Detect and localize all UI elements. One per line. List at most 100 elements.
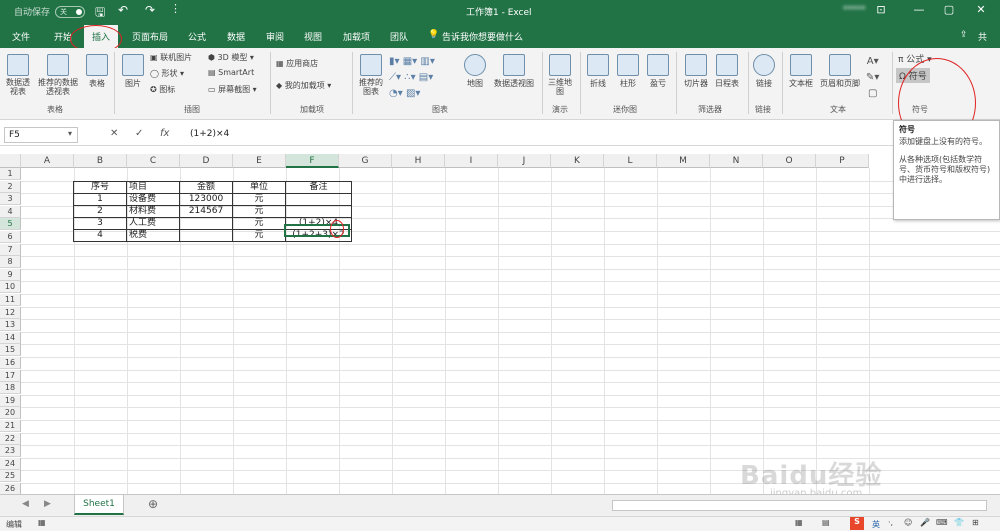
sparkline-column-button[interactable]: 柱形 — [616, 54, 640, 89]
tab-view[interactable]: 视图 — [304, 30, 322, 43]
select-all-corner[interactable] — [0, 154, 21, 168]
tab-page-layout[interactable]: 页面布局 — [132, 30, 168, 43]
row-header-18[interactable]: 18 — [0, 382, 21, 395]
grid-menu-icon[interactable]: ⊞ — [972, 518, 979, 527]
row-header-26[interactable]: 26 — [0, 483, 21, 494]
shapes-button[interactable]: ◯ 形状 ▾ — [150, 68, 184, 79]
table-cell[interactable] — [285, 193, 352, 206]
map3d-button[interactable]: 三维地图 — [546, 54, 574, 96]
column-header-f[interactable]: F — [286, 154, 339, 168]
tab-file[interactable]: 文件 — [12, 30, 30, 43]
row-header-15[interactable]: 15 — [0, 344, 21, 357]
keyboard-icon[interactable]: ⌨ — [936, 518, 948, 527]
name-box-dropdown-icon[interactable]: ▾ — [68, 129, 72, 138]
row-header-3[interactable]: 3 — [0, 193, 21, 206]
sparkline-line-button[interactable]: 折线 — [586, 54, 610, 89]
recommended-charts-button[interactable]: 推荐的图表 — [357, 54, 385, 96]
row-header-6[interactable]: 6 — [0, 231, 21, 243]
row-header-14[interactable]: 14 — [0, 331, 21, 344]
row-header-23[interactable]: 23 — [0, 445, 21, 458]
screenshot-button[interactable]: ▭ 屏幕截图 ▾ — [208, 84, 257, 95]
row-header-25[interactable]: 25 — [0, 470, 21, 483]
row-header-1[interactable]: 1 — [0, 168, 21, 180]
header-cell-amount[interactable]: 金额 — [179, 181, 233, 194]
tell-me-search[interactable]: 告诉我你想要做什么 — [442, 30, 523, 43]
table-cell[interactable]: 元 — [232, 205, 286, 218]
insert-function-icon[interactable]: fx — [160, 128, 169, 139]
row-header-2[interactable]: 2 — [0, 180, 21, 193]
column-header-c[interactable]: C — [127, 154, 180, 168]
text-more-icons[interactable]: A▾ ✎▾ ▢ — [866, 54, 879, 102]
column-header-e[interactable]: E — [233, 154, 286, 168]
row-header-9[interactable]: 9 — [0, 268, 21, 281]
table-cell[interactable] — [285, 205, 352, 218]
row-header-5[interactable]: 5 — [0, 218, 21, 231]
redo-icon[interactable]: ↷ — [145, 3, 155, 17]
header-cell-no[interactable]: 序号 — [73, 181, 127, 194]
row-header-24[interactable]: 24 — [0, 457, 21, 470]
column-header-p[interactable]: P — [816, 154, 869, 168]
pivot-table-button[interactable]: 数据透视表 — [4, 54, 32, 96]
column-header-k[interactable]: K — [551, 154, 604, 168]
smartart-button[interactable]: ▤ SmartArt — [208, 68, 254, 77]
row-header-17[interactable]: 17 — [0, 369, 21, 382]
share-button[interactable]: 共 — [978, 30, 987, 43]
row-header-13[interactable]: 13 — [0, 319, 21, 332]
tab-data[interactable]: 数据 — [227, 30, 245, 43]
table-cell[interactable] — [179, 217, 233, 230]
table-cell[interactable]: 税费 — [126, 229, 180, 242]
object-icon[interactable]: ▢ — [868, 88, 877, 99]
horizontal-scrollbar[interactable] — [612, 500, 987, 511]
column-header-d[interactable]: D — [180, 154, 233, 168]
text-more-icon[interactable]: A▾ — [867, 56, 879, 67]
pivot-chart-button[interactable]: 数据透视图 — [490, 54, 538, 89]
ime-punct-icon[interactable]: ·, — [888, 518, 893, 527]
macro-record-icon[interactable]: ▦ — [38, 518, 46, 527]
app-store-button[interactable]: ▦ 应用商店 — [276, 58, 318, 69]
table-cell[interactable]: 1 — [73, 193, 127, 206]
table-cell[interactable]: 4 — [73, 229, 127, 242]
ribbon-display-button[interactable]: ⊡ — [866, 3, 896, 16]
sheet-tab-sheet1[interactable]: Sheet1 — [74, 495, 124, 515]
link-button[interactable]: 链接 — [752, 54, 776, 89]
chart-type-icons[interactable]: ▮▾ ▦▾ ▥▾ ⟋▾ ∴▾ ▤▾ ◔▾ ▨▾ — [389, 54, 435, 102]
table-cell[interactable]: 元 — [232, 229, 286, 242]
column-header-l[interactable]: L — [604, 154, 657, 168]
tab-review[interactable]: 审阅 — [266, 30, 284, 43]
column-header-a[interactable]: A — [21, 154, 74, 168]
row-header-10[interactable]: 10 — [0, 281, 21, 294]
formula-input[interactable]: (1+2)×4 — [190, 129, 229, 139]
timeline-button[interactable]: 日程表 — [712, 54, 742, 89]
map-button[interactable]: 地图 — [464, 54, 486, 89]
column-header-o[interactable]: O — [763, 154, 816, 168]
online-picture-button[interactable]: ▣ 联机图片 — [150, 52, 192, 63]
table-cell[interactable]: 元 — [232, 217, 286, 230]
ime-lang[interactable]: 英 — [872, 519, 880, 530]
header-cell-unit[interactable]: 单位 — [232, 181, 286, 194]
row-header-20[interactable]: 20 — [0, 407, 21, 420]
save-icon[interactable]: 🖫 — [95, 3, 105, 24]
header-cell-item[interactable]: 项目 — [126, 181, 180, 194]
table-cell[interactable]: 2 — [73, 205, 127, 218]
tab-formulas[interactable]: 公式 — [188, 30, 206, 43]
header-cell-remark[interactable]: 备注 — [285, 181, 352, 194]
next-sheet-icon[interactable]: ▶ — [44, 499, 51, 509]
table-cell[interactable]: 元 — [232, 193, 286, 206]
table-cell[interactable]: 123000 — [179, 193, 233, 206]
row-header-11[interactable]: 11 — [0, 294, 21, 306]
column-header-j[interactable]: J — [498, 154, 551, 168]
row-header-19[interactable]: 19 — [0, 394, 21, 407]
statistic-chart-icon[interactable]: ▥▾ — [420, 56, 434, 67]
hierarchy-chart-icon[interactable]: ▦▾ — [403, 56, 417, 67]
row-header-21[interactable]: 21 — [0, 420, 21, 432]
textbox-button[interactable]: 文本框 — [787, 54, 815, 89]
column-header-h[interactable]: H — [392, 154, 445, 168]
row-header-7[interactable]: 7 — [0, 243, 21, 256]
maximize-button[interactable]: ▢ — [934, 3, 964, 16]
column-chart-icon[interactable]: ▮▾ — [389, 56, 400, 67]
row-header-8[interactable]: 8 — [0, 256, 21, 269]
row-header-22[interactable]: 22 — [0, 432, 21, 445]
pie-chart-icon[interactable]: ◔▾ — [389, 88, 403, 99]
line-chart-icon[interactable]: ⟋▾ — [389, 72, 401, 83]
signature-line-icon[interactable]: ✎▾ — [866, 72, 879, 83]
